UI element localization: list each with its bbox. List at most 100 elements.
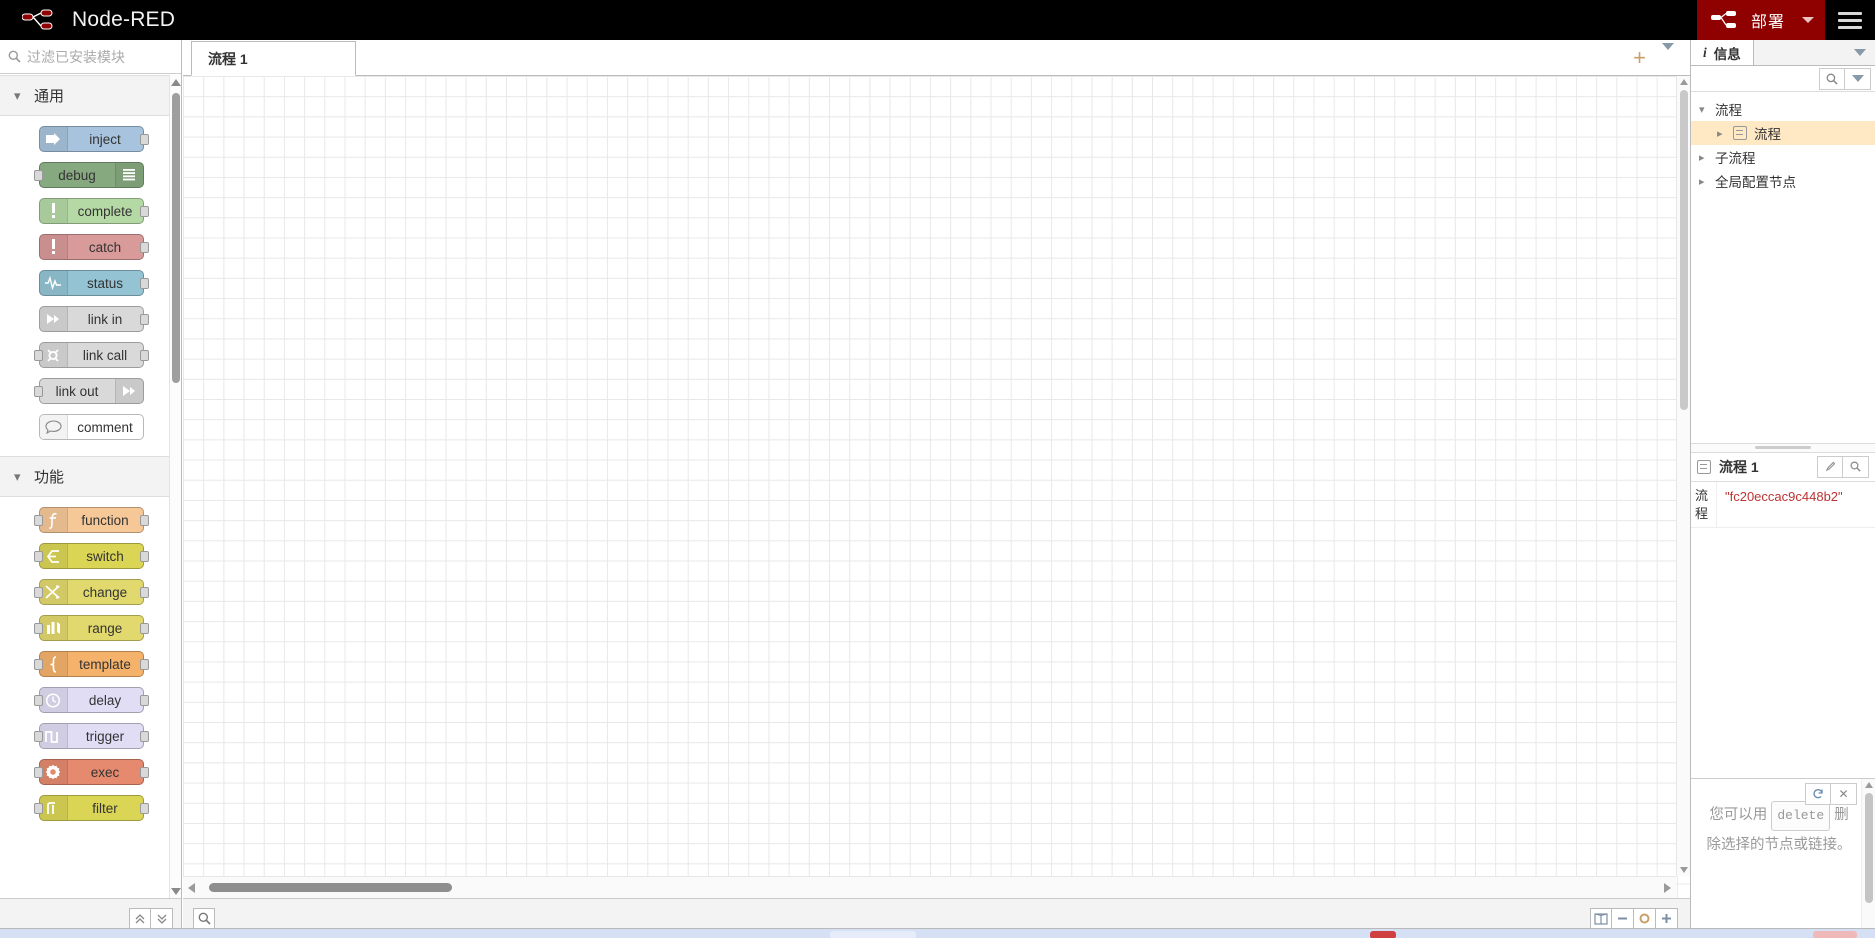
chevron-down-icon xyxy=(1802,17,1814,23)
sidebar-panel-divider[interactable] xyxy=(1691,442,1875,452)
palette-node[interactable]: change xyxy=(33,579,149,605)
find-flow-button[interactable] xyxy=(1843,455,1869,478)
canvas-vertical-scrollbar[interactable] xyxy=(1676,76,1690,876)
zoom-in-button[interactable] xyxy=(1656,907,1678,930)
chevron-down-icon[interactable]: ▾ xyxy=(1699,103,1708,116)
node-output-port[interactable] xyxy=(139,731,149,742)
palette-scroll-up-button[interactable] xyxy=(170,75,182,89)
navigator-map-button[interactable] xyxy=(1590,907,1612,930)
node-output-port[interactable] xyxy=(139,767,149,778)
sidebar-tree-item[interactable]: ▸ 流程 xyxy=(1691,121,1875,145)
sidebar-tree-item[interactable]: ▾ 流程 xyxy=(1691,97,1875,121)
palette-node[interactable]: delay xyxy=(33,687,149,713)
node-output-port[interactable] xyxy=(139,587,149,598)
node-output-port[interactable] xyxy=(139,242,149,253)
tab-info[interactable]: i 信息 xyxy=(1691,40,1754,65)
triangle-up-icon[interactable] xyxy=(1680,79,1688,85)
node-output-port[interactable] xyxy=(139,551,149,562)
switch-fork-icon xyxy=(39,544,68,568)
palette-node[interactable]: status xyxy=(38,270,149,296)
sidebar-options-button[interactable] xyxy=(1845,67,1871,90)
node-input-port[interactable] xyxy=(33,695,43,706)
node-input-port[interactable] xyxy=(33,350,43,361)
palette-node[interactable]: function xyxy=(33,507,149,533)
flow-canvas[interactable] xyxy=(183,76,1690,898)
palette-scroll-down-button[interactable] xyxy=(170,884,182,898)
palette-node[interactable]: filter xyxy=(33,795,149,821)
palette-node[interactable]: trigger xyxy=(33,723,149,749)
node-output-port[interactable] xyxy=(139,623,149,634)
palette-category-header[interactable]: ▾ 功能 xyxy=(0,456,181,497)
triangle-up-icon[interactable] xyxy=(1865,782,1873,788)
canvas-vscroll-thumb[interactable] xyxy=(1680,90,1688,410)
palette-category-header[interactable]: ▾ 通用 xyxy=(0,75,181,116)
node-output-port[interactable] xyxy=(139,278,149,289)
edit-flow-button[interactable] xyxy=(1817,455,1843,478)
node-output-port[interactable] xyxy=(139,350,149,361)
palette-node[interactable]: link out xyxy=(33,378,144,404)
sidebar-tree-item[interactable]: ▸ 子流程 xyxy=(1691,145,1875,169)
palette-node[interactable]: catch xyxy=(38,234,149,260)
node-input-port[interactable] xyxy=(33,731,43,742)
canvas-search-button[interactable] xyxy=(193,907,215,930)
triangle-right-icon[interactable] xyxy=(1664,882,1671,893)
node-input-port[interactable] xyxy=(33,623,43,634)
chevron-right-icon[interactable]: ▸ xyxy=(1699,151,1708,164)
triangle-down-icon[interactable] xyxy=(1680,867,1688,873)
main-menu-button[interactable] xyxy=(1825,0,1875,40)
tip-scrollbar-thumb[interactable] xyxy=(1865,793,1873,903)
sidebar-search-button[interactable] xyxy=(1819,67,1845,90)
zoom-reset-button[interactable] xyxy=(1634,907,1656,930)
link-out-icon xyxy=(114,379,143,403)
node-input-port[interactable] xyxy=(33,551,43,562)
node-input-port[interactable] xyxy=(33,386,43,397)
expand-all-button[interactable] xyxy=(151,907,173,930)
property-value[interactable]: "fc20eccac9c448b2" xyxy=(1717,482,1875,527)
palette-scrollbar[interactable] xyxy=(169,75,181,898)
close-tip-button[interactable]: ✕ xyxy=(1831,783,1857,805)
deploy-button[interactable]: 部署 xyxy=(1696,0,1791,40)
chevron-right-icon[interactable]: ▸ xyxy=(1717,127,1726,140)
palette-node[interactable]: template xyxy=(33,651,149,677)
sidebar-tree-item[interactable]: ▸ 全局配置节点 xyxy=(1691,169,1875,193)
palette-node[interactable]: switch xyxy=(33,543,149,569)
node-output-port[interactable] xyxy=(139,515,149,526)
triangle-left-icon[interactable] xyxy=(188,882,195,893)
canvas-hscroll-thumb[interactable] xyxy=(209,883,452,892)
canvas-horizontal-scrollbar[interactable] xyxy=(183,876,1676,898)
refresh-tip-button[interactable] xyxy=(1805,783,1831,805)
node-input-port[interactable] xyxy=(33,803,43,814)
palette-node[interactable]: debug xyxy=(33,162,144,188)
node-output-port[interactable] xyxy=(139,206,149,217)
node-output-port[interactable] xyxy=(139,314,149,325)
palette-scrollbar-thumb[interactable] xyxy=(172,93,180,383)
node-input-port[interactable] xyxy=(33,515,43,526)
palette-node[interactable]: inject xyxy=(38,126,149,152)
node-input-port[interactable] xyxy=(33,767,43,778)
palette-node[interactable]: link in xyxy=(38,306,149,332)
palette-node[interactable]: exec xyxy=(33,759,149,785)
zoom-out-button[interactable] xyxy=(1612,907,1634,930)
collapse-all-button[interactable] xyxy=(129,907,151,930)
palette-node[interactable]: complete xyxy=(38,198,149,224)
node-input-port[interactable] xyxy=(33,659,43,670)
node-output-port[interactable] xyxy=(139,134,149,145)
sidebar-tip-panel: ✕ 您可以用 delete 删除选择的节点或链接。 xyxy=(1691,778,1875,938)
deploy-dropdown-button[interactable] xyxy=(1791,0,1825,40)
palette-search[interactable] xyxy=(0,40,181,74)
node-input-port[interactable] xyxy=(33,587,43,598)
palette-search-input[interactable] xyxy=(27,48,177,65)
node-output-port[interactable] xyxy=(139,695,149,706)
tip-scrollbar[interactable] xyxy=(1861,779,1875,938)
sidebar-tabs-menu-button[interactable] xyxy=(1845,40,1875,65)
flow-tab[interactable]: 流程 1 xyxy=(191,41,356,76)
palette-node[interactable]: link call xyxy=(33,342,149,368)
node-output-port[interactable] xyxy=(139,659,149,670)
flow-list-menu-button[interactable] xyxy=(1656,42,1680,66)
chevron-right-icon[interactable]: ▸ xyxy=(1699,175,1708,188)
palette-node[interactable]: comment xyxy=(38,414,144,440)
palette-node[interactable]: range xyxy=(33,615,149,641)
add-flow-button[interactable]: + xyxy=(1627,46,1652,69)
node-input-port[interactable] xyxy=(33,170,43,181)
node-output-port[interactable] xyxy=(139,803,149,814)
